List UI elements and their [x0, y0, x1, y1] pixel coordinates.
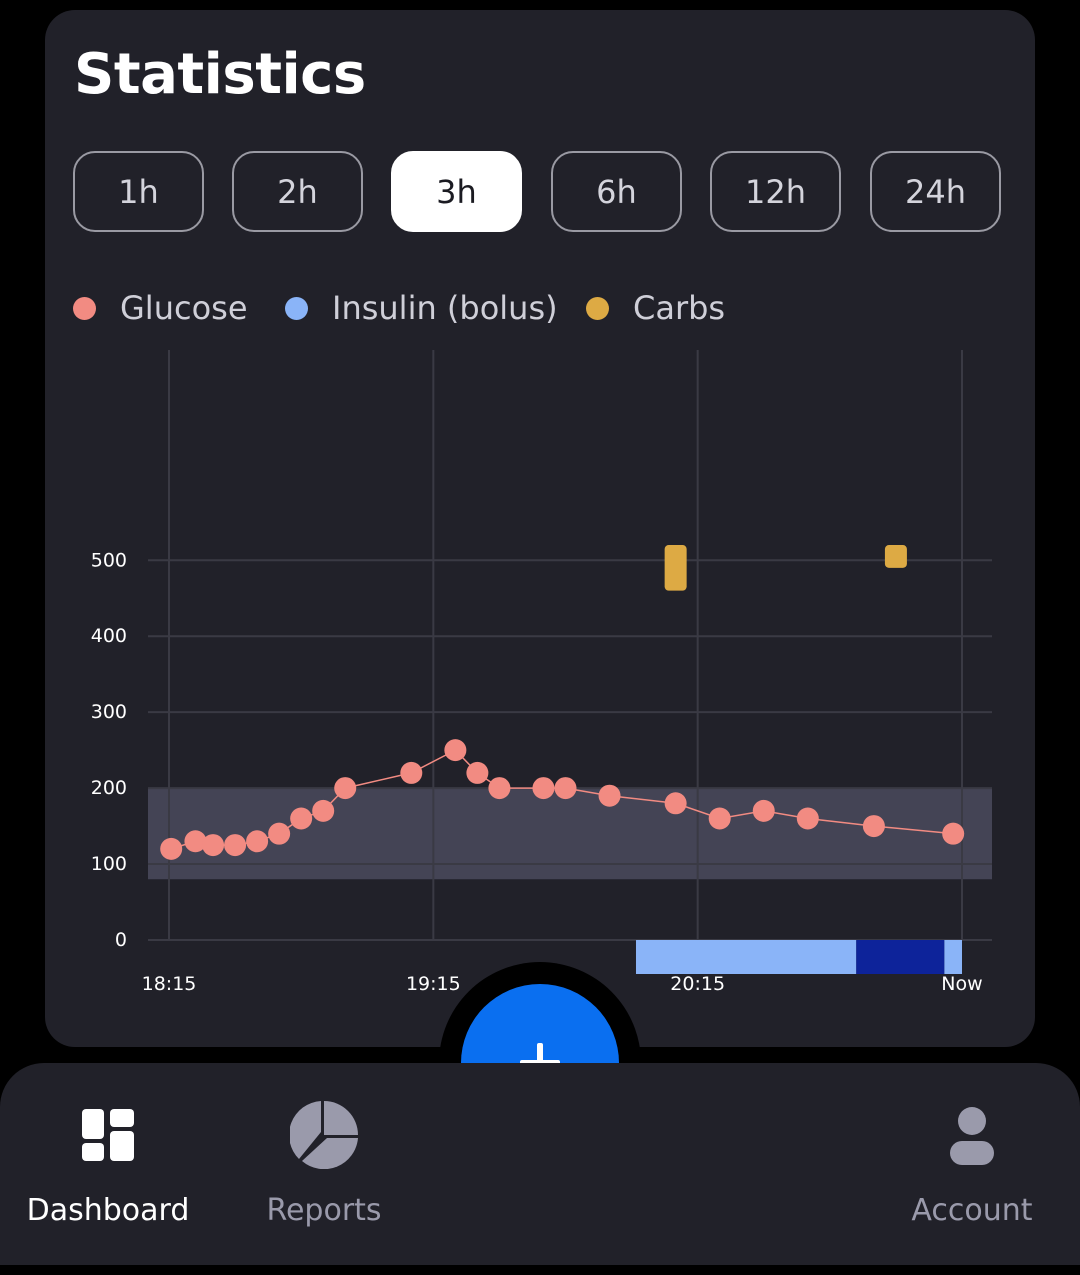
nav-label-dashboard: Dashboard [26, 1193, 190, 1228]
glucose-point [466, 761, 489, 784]
glucose-point [554, 777, 577, 800]
y-tick-label: 0 [115, 929, 127, 951]
glucose-point [862, 815, 885, 838]
glucose-point [532, 777, 555, 800]
dashboard-icon [82, 1109, 134, 1161]
nav-item-account[interactable]: Account [864, 1063, 1080, 1265]
insulin-bolus-bar [944, 940, 962, 974]
nav-item-reports[interactable]: Reports [216, 1063, 432, 1265]
bottom-navigation: Dashboard Reports Account [0, 1063, 1080, 1265]
nav-label-reports: Reports [266, 1193, 382, 1228]
y-tick-label: 100 [91, 853, 127, 875]
glucose-point [290, 807, 313, 830]
y-tick-label: 200 [91, 777, 127, 799]
bottom-edge [0, 1265, 1080, 1275]
person-icon [950, 1107, 994, 1165]
carbs-marker [884, 545, 907, 568]
glucose-point [334, 777, 357, 800]
glucose-point [664, 792, 687, 815]
glucose-point [246, 830, 269, 853]
glucose-point [488, 777, 511, 800]
x-tick-label: Now [941, 973, 982, 995]
glucose-point [708, 807, 731, 830]
glucose-point [598, 784, 621, 807]
y-tick-label: 500 [91, 549, 127, 571]
insulin-bolus-bar [856, 940, 945, 974]
nav-item-dashboard[interactable]: Dashboard [0, 1063, 216, 1265]
nav-label-account: Account [911, 1193, 1033, 1228]
glucose-point [400, 761, 423, 784]
glucose-point [752, 799, 775, 822]
carbs-marker [664, 545, 687, 591]
y-tick-label: 300 [91, 701, 127, 723]
glucose-point [202, 834, 225, 857]
glucose-point [224, 834, 247, 857]
glucose-chart: 500 400 300 200 100 0 18:15 19:15 20:15 Now [91, 350, 992, 995]
glucose-point [444, 739, 467, 762]
glucose-point [312, 799, 335, 822]
x-tick-label: 19:15 [406, 973, 461, 995]
glucose-point [942, 822, 965, 845]
glucose-point [160, 837, 183, 860]
insulin-bolus-bar [635, 940, 857, 974]
x-tick-label: 20:15 [670, 973, 725, 995]
glucose-point [268, 822, 291, 845]
y-tick-label: 400 [91, 625, 127, 647]
x-tick-label: 18:15 [142, 973, 197, 995]
pie-chart-icon [290, 1101, 358, 1169]
glucose-point [796, 807, 819, 830]
